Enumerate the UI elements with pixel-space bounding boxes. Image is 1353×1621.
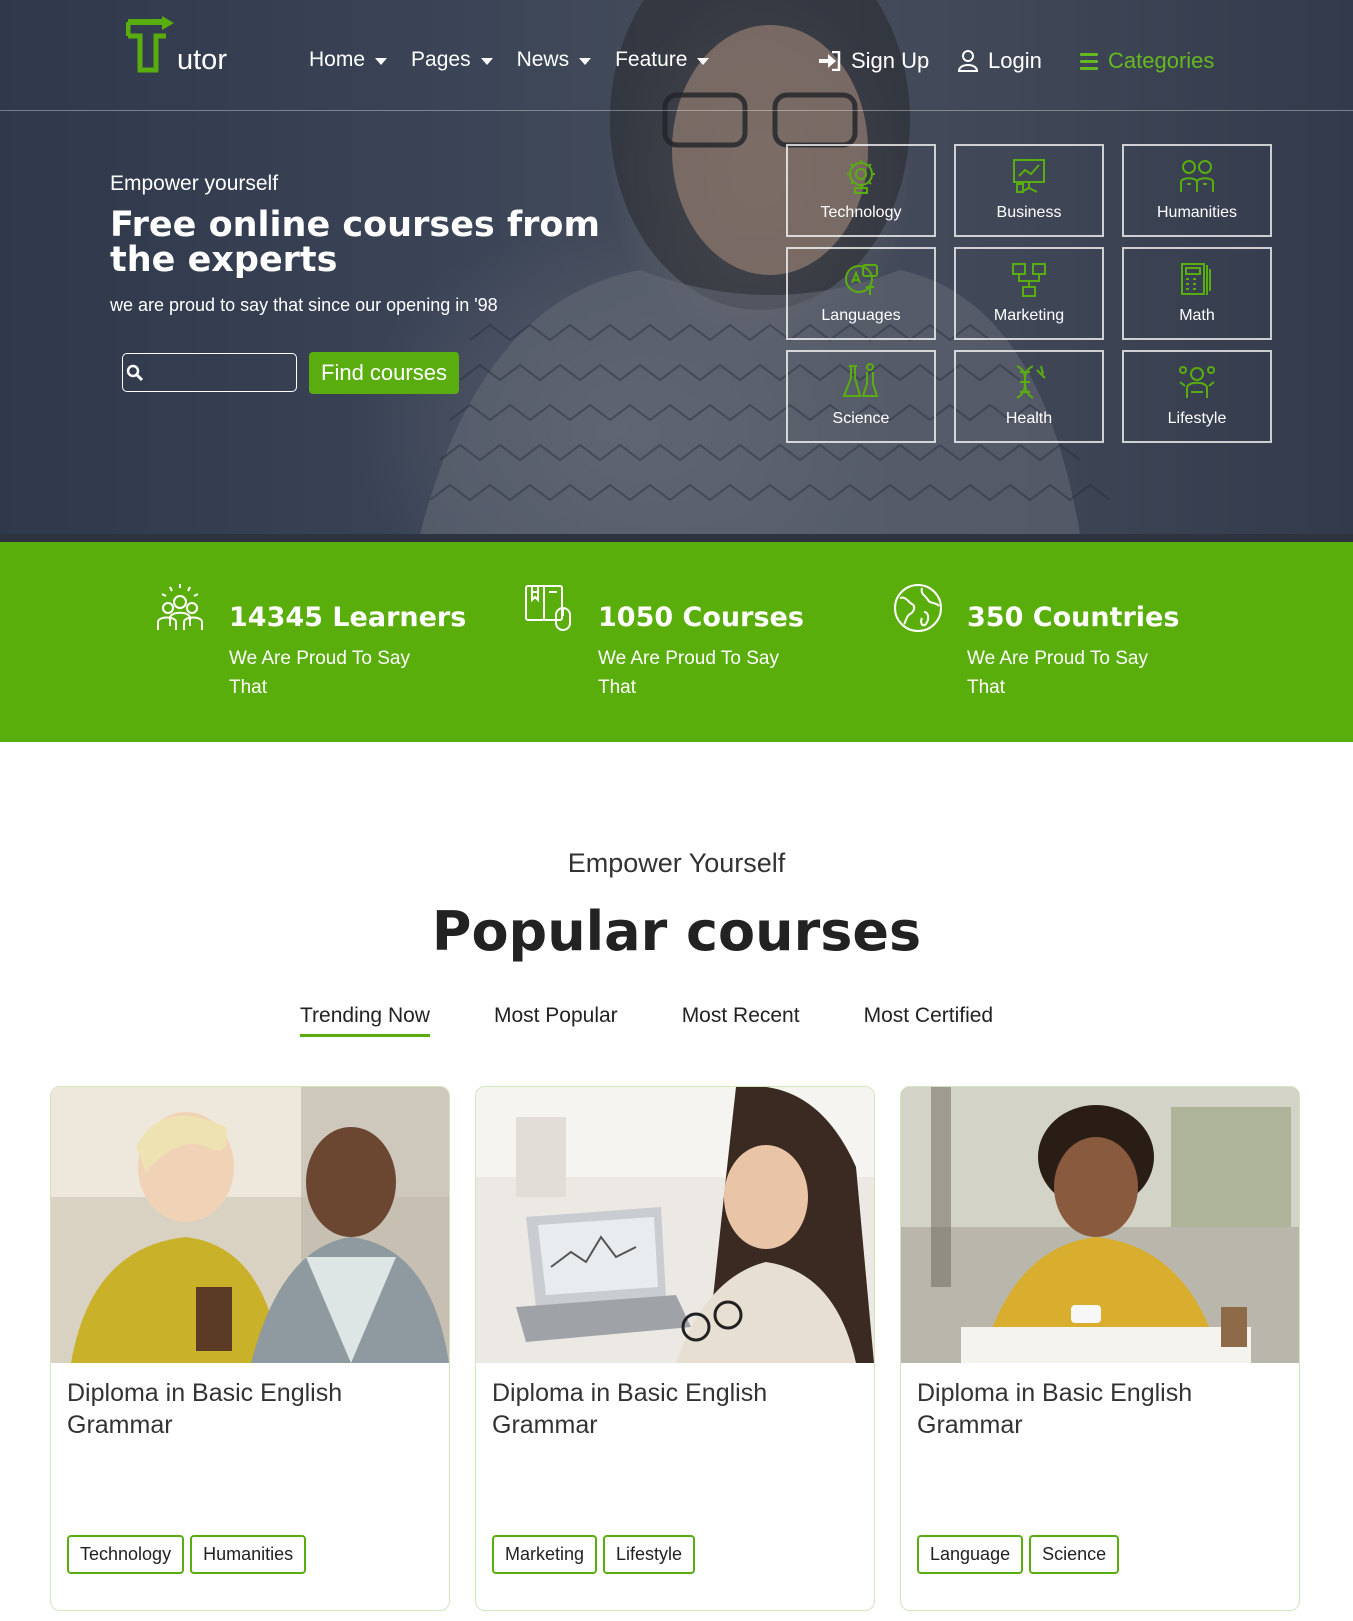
chevron-down-icon bbox=[375, 57, 388, 65]
stat-title: 350 Countries bbox=[967, 602, 1180, 633]
course-image[interactable] bbox=[476, 1087, 874, 1363]
category-label: Science bbox=[832, 410, 890, 427]
nav-pages[interactable]: Pages bbox=[411, 48, 493, 72]
course-card[interactable]: Diploma in Basic English Grammar Technol… bbox=[50, 1086, 450, 1611]
course-tags: Technology Humanities bbox=[67, 1535, 307, 1574]
business-icon bbox=[1013, 159, 1045, 193]
course-tags: Marketing Lifestyle bbox=[492, 1535, 696, 1574]
nav-feature[interactable]: Feature bbox=[615, 48, 710, 72]
languages-icon bbox=[845, 264, 878, 295]
sign-in-icon bbox=[819, 51, 841, 71]
chevron-down-icon bbox=[480, 57, 493, 65]
category-label: Math bbox=[1179, 307, 1215, 324]
nav-pages-label: Pages bbox=[411, 48, 471, 71]
marketing-icon bbox=[1012, 263, 1046, 297]
user-icon bbox=[958, 50, 978, 72]
course-title[interactable]: Diploma in Basic English Grammar bbox=[492, 1377, 852, 1441]
course-image[interactable] bbox=[51, 1087, 449, 1363]
hero-title: Free online courses from the experts bbox=[110, 205, 600, 280]
search-icon bbox=[126, 364, 144, 382]
popular-title: Popular courses bbox=[431, 900, 922, 963]
nav-news[interactable]: News bbox=[517, 48, 592, 72]
category-grid: Technology Business Humanities Languages… bbox=[786, 144, 1272, 443]
category-business[interactable]: Business bbox=[954, 144, 1104, 237]
technology-icon bbox=[847, 160, 875, 194]
category-label: Health bbox=[1005, 410, 1053, 427]
chevron-down-icon bbox=[697, 57, 710, 65]
tag-technology[interactable]: Technology bbox=[67, 1535, 185, 1574]
course-tags: Language Science bbox=[917, 1535, 1120, 1574]
categories-label: Categories bbox=[1108, 48, 1215, 73]
health-icon bbox=[1016, 365, 1046, 399]
tab-most-recent[interactable]: Most Recent bbox=[682, 1004, 800, 1037]
hero-section: utor Home Pages News Feature Sign Up Log… bbox=[0, 0, 1353, 534]
popular-kicker: Empower Yourself bbox=[567, 848, 786, 878]
tag-lifestyle[interactable]: Lifestyle bbox=[603, 1535, 696, 1574]
nav-home-label: Home bbox=[309, 48, 366, 71]
categories-menu-button[interactable]: Categories bbox=[1080, 48, 1214, 74]
category-label: Business bbox=[996, 204, 1062, 221]
category-label: Technology bbox=[820, 204, 902, 221]
category-math[interactable]: Math bbox=[1122, 247, 1272, 340]
tag-science[interactable]: Science bbox=[1029, 1535, 1120, 1574]
logo-text[interactable]: utor bbox=[177, 44, 227, 77]
tab-most-certified[interactable]: Most Certified bbox=[864, 1004, 994, 1037]
stats-band: 14345 Learners We Are Proud To Say That … bbox=[0, 542, 1353, 742]
category-health[interactable]: Health bbox=[954, 350, 1104, 443]
nav-news-label: News bbox=[516, 48, 570, 71]
lifestyle-icon bbox=[1179, 366, 1215, 398]
search-input[interactable] bbox=[147, 354, 295, 391]
signup-label: Sign Up bbox=[851, 48, 930, 73]
course-image[interactable] bbox=[901, 1087, 1299, 1363]
course-tabs: Trending Now Most Popular Most Recent Mo… bbox=[300, 1004, 993, 1037]
stat-description: We Are Proud To Say That bbox=[229, 648, 410, 698]
tag-marketing[interactable]: Marketing bbox=[492, 1535, 598, 1574]
category-label: Marketing bbox=[993, 307, 1065, 324]
category-humanities[interactable]: Humanities bbox=[1122, 144, 1272, 237]
course-title[interactable]: Diploma in Basic English Grammar bbox=[67, 1377, 427, 1441]
login-label: Login bbox=[988, 48, 1042, 73]
stat-title: 1050 Courses bbox=[598, 602, 804, 633]
tag-humanities[interactable]: Humanities bbox=[190, 1535, 307, 1574]
globe-icon bbox=[894, 584, 942, 632]
category-science[interactable]: Science bbox=[786, 350, 936, 443]
courses-icon bbox=[525, 585, 571, 631]
hero-kicker: Empower yourself bbox=[110, 172, 279, 195]
nav-home[interactable]: Home bbox=[309, 48, 388, 72]
science-icon bbox=[842, 363, 879, 397]
nav-feature-label: Feature bbox=[615, 48, 688, 71]
tag-language[interactable]: Language bbox=[917, 1535, 1024, 1574]
course-title[interactable]: Diploma in Basic English Grammar bbox=[917, 1377, 1277, 1441]
learners-icon bbox=[157, 584, 203, 630]
stat-description: We Are Proud To Say That bbox=[967, 648, 1148, 698]
site-header: utor Home Pages News Feature Sign Up Log… bbox=[0, 0, 1353, 111]
course-card[interactable]: Diploma in Basic English Grammar Languag… bbox=[900, 1086, 1300, 1611]
hero-subtitle: we are proud to say that since our openi… bbox=[110, 295, 498, 315]
category-label: Languages bbox=[821, 307, 901, 324]
tab-most-popular[interactable]: Most Popular bbox=[494, 1004, 618, 1037]
signup-link[interactable]: Sign Up bbox=[819, 48, 929, 74]
course-search-field[interactable] bbox=[122, 353, 297, 392]
category-label: Lifestyle bbox=[1167, 410, 1227, 427]
menu-icon bbox=[1080, 52, 1098, 70]
tab-trending-now[interactable]: Trending Now bbox=[300, 1004, 430, 1037]
category-label: Humanities bbox=[1156, 204, 1238, 221]
category-lifestyle[interactable]: Lifestyle bbox=[1122, 350, 1272, 443]
stat-description: We Are Proud To Say That bbox=[598, 648, 779, 698]
chevron-down-icon bbox=[579, 57, 592, 65]
login-link[interactable]: Login bbox=[958, 48, 1042, 74]
category-marketing[interactable]: Marketing bbox=[954, 247, 1104, 340]
hero-bottom-strip bbox=[0, 534, 1353, 542]
main-nav: Home Pages News Feature bbox=[309, 48, 710, 72]
humanities-icon bbox=[1180, 160, 1214, 192]
find-courses-button[interactable]: Find courses bbox=[309, 352, 459, 394]
course-card[interactable]: Diploma in Basic English Grammar Marketi… bbox=[475, 1086, 875, 1611]
category-technology[interactable]: Technology bbox=[786, 144, 936, 237]
category-languages[interactable]: Languages bbox=[786, 247, 936, 340]
math-icon bbox=[1181, 263, 1211, 295]
stat-title: 14345 Learners bbox=[229, 602, 467, 633]
